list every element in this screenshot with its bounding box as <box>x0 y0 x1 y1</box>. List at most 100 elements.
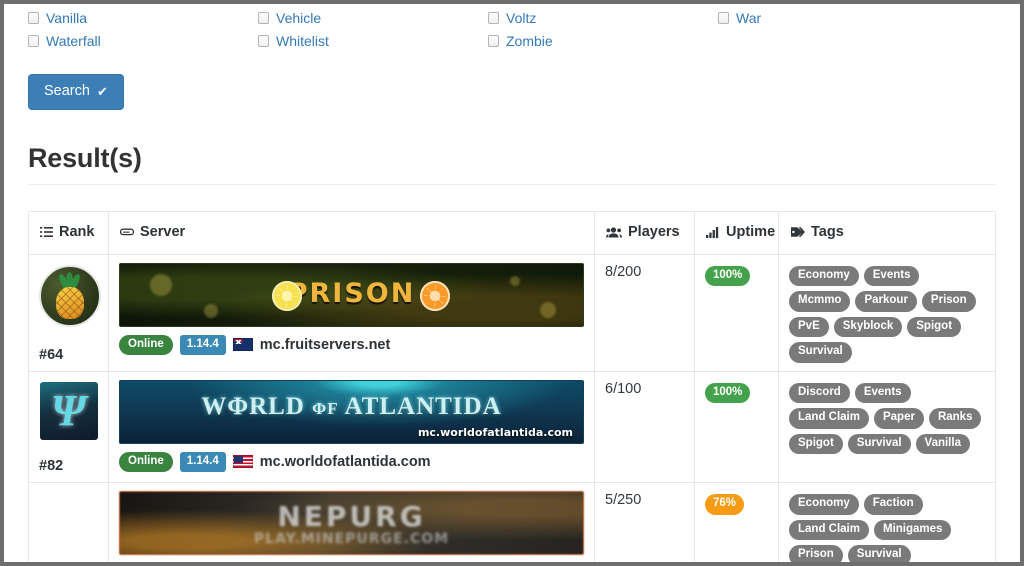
server-cell: NEPURGPLAY.MINEPURGE.COMOnline1.14.451.7… <box>108 482 595 562</box>
banner-title: NEPURG <box>277 500 426 533</box>
players-count: 8/200 <box>605 263 642 280</box>
tag-chip[interactable]: Minigames <box>873 519 952 540</box>
tag-chip[interactable]: Survival <box>847 433 911 454</box>
column-header-tags-label: Tags <box>811 223 844 240</box>
players-count: 5/250 <box>605 492 642 508</box>
server-host[interactable]: mc.fruitservers.net <box>260 337 391 353</box>
filter-label[interactable]: Vanilla <box>46 11 87 25</box>
rank-number: #64 <box>39 346 64 363</box>
server-cell: WΦRLD ΦF ATLANTIDA mc.worldofatlantida.co… <box>108 371 595 483</box>
tag-chip[interactable]: Spigot <box>789 433 843 454</box>
results-heading: Result(s) <box>28 142 142 173</box>
tag-chip[interactable]: Ranks <box>928 408 982 429</box>
tag-chip[interactable]: Survival <box>847 545 911 562</box>
server-banner[interactable]: NEPURG PLAY.MINEPURGE.COM <box>119 491 584 555</box>
tag-chip[interactable]: PvE <box>789 316 829 337</box>
players-count: 6/100 <box>605 380 642 397</box>
version-badge: 1.14.4 <box>179 334 226 355</box>
filter-item[interactable]: Waterfall <box>28 29 258 52</box>
tag-chip[interactable]: Land Claim <box>789 408 869 429</box>
players-cell: 8/200 <box>594 254 695 372</box>
rank-cell: #89 <box>28 482 109 562</box>
banner-title: PRISON <box>287 277 416 309</box>
tag-list: Discord Events Land Claim Paper Ranks Spigot S… <box>789 380 985 454</box>
filter-item[interactable]: Voltz <box>488 6 718 29</box>
table-row[interactable]: #64 PRISON Online 1.14.4 mc.fruitservers.net… <box>28 254 996 372</box>
filter-label[interactable]: Waterfall <box>46 34 101 48</box>
column-header-uptime[interactable]: Uptime <box>694 211 779 255</box>
filter-label[interactable]: War <box>736 11 761 25</box>
server-banner[interactable]: PRISON <box>119 262 584 327</box>
tag-filter-grid: Vanilla Vehicle Voltz War Waterfall Whitelist… <box>28 4 996 52</box>
column-header-players-label: Players <box>628 223 680 240</box>
filter-label[interactable]: Whitelist <box>276 34 329 48</box>
tag-chip[interactable]: Prison <box>789 545 843 562</box>
tag-chip[interactable]: Discord <box>789 382 850 403</box>
server-banner[interactable]: WΦRLD ΦF ATLANTIDA mc.worldofatlantida.co… <box>119 379 584 444</box>
filter-label[interactable]: Zombie <box>506 34 553 48</box>
checkbox-icon[interactable] <box>28 34 39 47</box>
tags-cell: Discord Events Land Claim Paper Ranks Spigot S… <box>778 371 996 483</box>
lemon-slice-icon <box>272 280 302 311</box>
checkbox-icon[interactable] <box>488 11 499 24</box>
tag-chip[interactable]: Events <box>854 382 911 403</box>
page-root: Vanilla Vehicle Voltz War Waterfall Whitelist… <box>0 0 1024 566</box>
tag-chip[interactable]: Vanilla <box>915 433 970 454</box>
filter-item[interactable]: Vehicle <box>258 6 488 29</box>
filter-item[interactable]: War <box>718 6 948 29</box>
heading-divider <box>28 183 996 185</box>
filter-label[interactable]: Vehicle <box>276 11 321 25</box>
users-icon <box>606 226 622 242</box>
column-header-uptime-label: Uptime <box>726 223 776 240</box>
checkbox-icon[interactable] <box>258 11 269 24</box>
tag-chip[interactable]: Economy <box>789 265 859 286</box>
checkbox-icon[interactable] <box>718 11 729 24</box>
list-ordered-icon <box>40 226 53 242</box>
tag-chip[interactable]: Paper <box>873 408 924 429</box>
results-table-wrap: Rank Server Players Uptime Tags #64 PRIS… <box>28 210 996 562</box>
tag-chip[interactable]: Land Claim <box>789 519 869 540</box>
search-button[interactable]: Search ✔ <box>28 74 124 110</box>
server-meta-row: Online 1.14.4 mc.fruitservers.net <box>119 334 584 358</box>
filter-item[interactable]: Zombie <box>488 29 718 52</box>
filter-item[interactable]: Vanilla <box>28 6 258 29</box>
tag-chip[interactable]: Spigot <box>907 316 962 337</box>
results-table: Rank Server Players Uptime Tags #64 PRIS… <box>28 210 996 562</box>
trident-avatar[interactable]: Ψ <box>39 381 98 440</box>
tag-chip[interactable]: Economy <box>789 494 859 515</box>
column-header-rank[interactable]: Rank <box>28 211 109 255</box>
version-badge: 1.14.4 <box>179 451 226 472</box>
checkbox-icon[interactable] <box>488 34 499 47</box>
tag-icon <box>790 226 805 242</box>
checkbox-icon[interactable] <box>28 11 39 24</box>
tag-chip[interactable]: Parkour <box>855 291 917 312</box>
rank-number: #82 <box>39 458 64 474</box>
column-header-tags[interactable]: Tags <box>778 211 996 255</box>
rank-cell: Ψ #82 <box>28 371 109 483</box>
filter-item[interactable]: Whitelist <box>258 29 488 52</box>
uptime-cell: 100% <box>694 371 779 483</box>
players-cell: 6/100 <box>594 371 695 483</box>
tag-chip[interactable]: Survival <box>789 342 852 363</box>
checkbox-icon[interactable] <box>258 34 269 47</box>
table-row[interactable]: #89NEPURGPLAY.MINEPURGE.COMOnline1.14.45… <box>28 482 996 562</box>
server-host[interactable]: mc.worldofatlantida.com <box>260 454 431 470</box>
uptime-badge: 76% <box>705 494 745 515</box>
tag-list: Economy Faction Land Claim Minigames Prison S… <box>789 491 985 562</box>
column-header-players[interactable]: Players <box>594 211 695 255</box>
banner-subtitle: mc.worldofatlantida.com <box>417 425 573 439</box>
tag-chip[interactable]: Events <box>863 265 920 286</box>
filter-label[interactable]: Voltz <box>506 11 536 25</box>
table-header-row: Rank Server Players Uptime Tags <box>28 211 996 255</box>
tag-chip[interactable]: Mcmmo <box>789 291 851 312</box>
tag-chip[interactable]: Skyblock <box>833 316 903 337</box>
tag-chip[interactable]: Faction <box>863 494 923 515</box>
uptime-badge: 100% <box>705 382 751 403</box>
tag-chip[interactable]: Prison <box>921 291 976 312</box>
pineapple-avatar[interactable] <box>39 264 101 327</box>
table-row[interactable]: Ψ #82 WΦRLD ΦF ATLANTIDA mc.worldofatlantid… <box>28 371 996 483</box>
status-badge: Online <box>119 334 173 355</box>
column-header-server[interactable]: Server <box>108 211 595 255</box>
tags-cell: Economy Faction Land Claim Minigames Prison S… <box>778 482 996 562</box>
australia-flag <box>232 338 253 352</box>
